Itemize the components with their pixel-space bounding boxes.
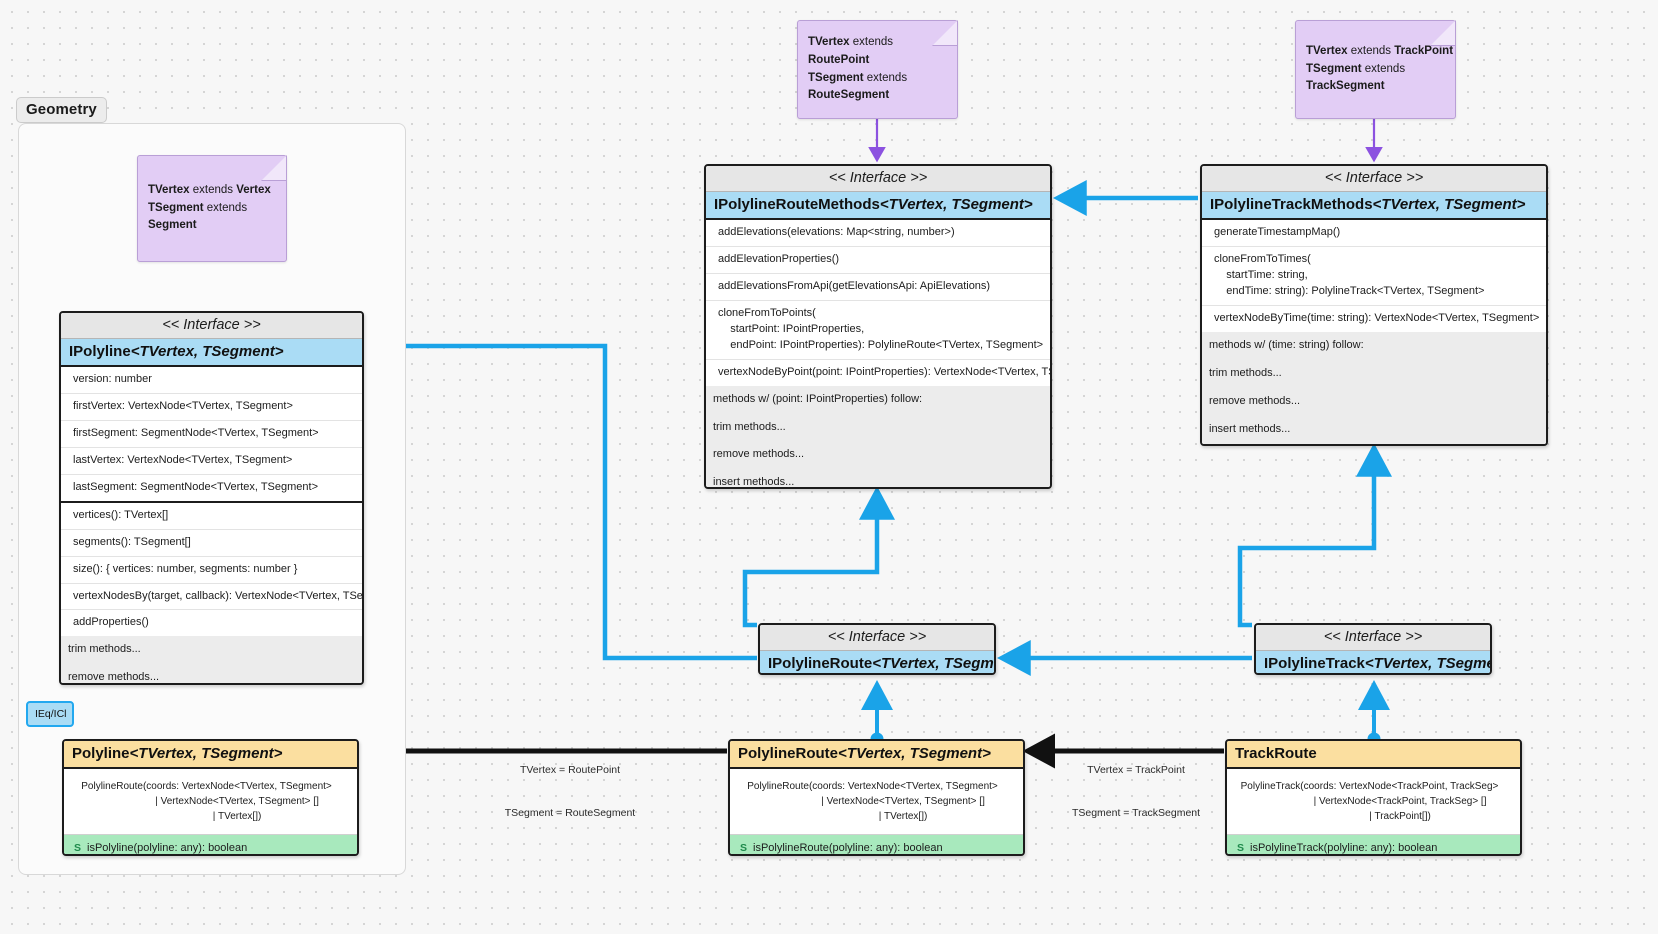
list-item: remove methods...: [713, 448, 805, 461]
table-row: addElevationsFromApi(getElevationsApi: A…: [706, 274, 1050, 301]
ipolyline-properties: version: number firstVertex: VertexNode<…: [61, 367, 362, 501]
table-row: cloneFromToPoints( startPoint: IPointPro…: [706, 301, 1050, 360]
routemethods-methods: addElevations(elevations: Map<string, nu…: [706, 220, 1050, 386]
ipolyline-method-groups: trim methods... remove methods... insert…: [61, 636, 362, 684]
edge-label-track-line2: TSegment = TrackSegment: [1071, 806, 1201, 819]
edge-label-route: TVertex = RoutePoint TSegment = RouteSeg…: [470, 735, 670, 848]
routemethods-groups: methods w/ (point: IPointProperties) fol…: [706, 385, 1050, 489]
table-row: vertexNodesBy(target, callback): VertexN…: [61, 584, 362, 611]
list-item: trim methods...: [713, 420, 786, 433]
table-row: lastSegment: SegmentNode<TVertex, TSegme…: [73, 480, 318, 493]
interface-ipolylineroute[interactable]: << Interface >> IPolylineRoute<TVertex, …: [758, 623, 996, 675]
table-row: addElevations(elevations: Map<string, nu…: [706, 220, 1050, 247]
edge-ipolylinetrack-to-trackmethods: [1237, 443, 1392, 628]
edge-ipolylineroute-to-ipolyline: [366, 328, 757, 661]
note-line-1: TVertex extends Vertex: [148, 183, 271, 196]
diagram-canvas: Geometry TVertex extends Vertex TSegment…: [0, 0, 1658, 934]
list-item: trim methods...: [1209, 366, 1282, 379]
note-line-2: TSegment extends RouteSegment: [808, 71, 908, 102]
table-row: addElevationProperties(): [706, 247, 1050, 274]
static-badge-icon: S: [740, 842, 748, 854]
table-row: addProperties(): [73, 616, 149, 629]
static-badge-icon: S: [1237, 842, 1245, 854]
interface-ipolylinetrackmethods[interactable]: << Interface >> IPolylineTrackMethods<TV…: [1200, 164, 1548, 446]
class-polylineroute[interactable]: PolylineRoute<TVertex, TSegment> Polylin…: [728, 739, 1025, 856]
edge-label-track: TVertex = TrackPoint TSegment = TrackSeg…: [1042, 735, 1230, 848]
interface-ipolyline[interactable]: << Interface >> IPolyline<TVertex, TSegm…: [59, 311, 364, 685]
list-item: methods w/ (time: string) follow:: [1209, 338, 1364, 351]
trackmethods-groups: methods w/ (time: string) follow: trim m…: [1202, 331, 1546, 444]
class-polyline[interactable]: Polyline<TVertex, TSegment> PolylineRout…: [62, 739, 359, 856]
class-trackroute-static-method: SisPolylineTrack(polyline: any): boolean: [1227, 835, 1520, 854]
list-item: replace methods...: [1202, 443, 1546, 444]
stereotype-label: << Interface >>: [1202, 166, 1546, 192]
class-trackroute-title: TrackRoute: [1227, 741, 1520, 769]
note-trackpoint-tracksegment[interactable]: TVertex extends TrackPoint TSegment exte…: [1295, 20, 1456, 119]
static-badge-icon: S: [74, 842, 82, 854]
interface-ipolylineroute-title: IPolylineRoute<TVertex, TSegment>: [760, 651, 994, 673]
interface-ipolylinetrack-title: IPolylineTrack<TVertex, TSegment>: [1256, 651, 1490, 673]
list-item: trim methods...: [68, 643, 141, 656]
class-trackroute[interactable]: TrackRoute PolylineTrack(coords: VertexN…: [1225, 739, 1522, 856]
note-fold-corner-icon: [1430, 20, 1456, 46]
edge-ipolylineroute-to-routemethods: [742, 486, 895, 628]
interface-ipolyline-title: IPolyline<TVertex, TSegment>: [61, 339, 362, 367]
table-row: firstVertex: VertexNode<TVertex, TSegmen…: [61, 394, 362, 421]
table-row: size(): { vertices: number, segments: nu…: [61, 557, 362, 584]
edge-polylineroute-to-ipolylineroute: [861, 680, 893, 746]
interface-ipolylineroutemethods[interactable]: << Interface >> IPolylineRouteMethods<TV…: [704, 164, 1052, 489]
class-polylineroute-static-method: SisPolylineRoute(polyline: any): boolean: [730, 835, 1023, 854]
edge-label-route-line1: TVertex = RoutePoint: [519, 764, 621, 777]
stereotype-label: << Interface >>: [760, 625, 994, 651]
note-routepoint-routesegment[interactable]: TVertex extends RoutePoint TSegment exte…: [797, 20, 958, 119]
trackmethods-methods: generateTimestampMap() cloneFromToTimes(…: [1202, 220, 1546, 332]
table-row: lastVertex: VertexNode<TVertex, TSegment…: [61, 448, 362, 475]
note-line-1: TVertex extends RoutePoint: [808, 35, 894, 66]
table-row: generateTimestampMap(): [1202, 220, 1546, 247]
stereotype-label: << Interface >>: [706, 166, 1050, 192]
table-row: segments(): TSegment[]: [61, 530, 362, 557]
table-row: cloneFromToTimes( startTime: string, end…: [1202, 247, 1546, 306]
list-item: remove methods...: [1209, 394, 1301, 407]
list-item: insert methods...: [713, 476, 795, 489]
note-vertex-segment[interactable]: TVertex extends Vertex TSegment extends …: [137, 155, 287, 262]
list-item: insert methods...: [1209, 422, 1291, 435]
note-line-2: TSegment extends Segment: [148, 201, 248, 232]
table-row: version: number: [61, 367, 362, 394]
table-row: firstSegment: SegmentNode<TVertex, TSegm…: [61, 421, 362, 448]
interface-ipolylineroutemethods-title: IPolylineRouteMethods<TVertex, TSegment>: [706, 192, 1050, 220]
table-row: vertexNodeByPoint(point: IPointPropertie…: [718, 365, 1050, 378]
group-geometry-label[interactable]: Geometry: [16, 97, 107, 123]
note-fold-corner-icon: [261, 155, 287, 181]
class-polyline-constructor: PolylineRoute(coords: VertexNode<TVertex…: [64, 769, 357, 835]
list-item: methods w/ (point: IPointProperties) fol…: [713, 392, 923, 405]
interface-ipolylinetrackmethods-title: IPolylineTrackMethods<TVertex, TSegment>: [1202, 192, 1546, 220]
class-polyline-static-method: SisPolyline(polyline: any): boolean: [64, 835, 357, 854]
class-trackroute-constructor: PolylineTrack(coords: VertexNode<TrackPo…: [1227, 769, 1520, 835]
interface-ipolylinetrack[interactable]: << Interface >> IPolylineTrack<TVertex, …: [1254, 623, 1492, 675]
ipolyline-methods: vertices(): TVertex[] segments(): TSegme…: [61, 500, 362, 637]
stereotype-label: << Interface >>: [61, 313, 362, 339]
stereotype-label: << Interface >>: [1256, 625, 1490, 651]
list-item: remove methods...: [68, 671, 160, 684]
table-row: vertices(): TVertex[]: [61, 503, 362, 530]
edge-label-route-line2: TSegment = RouteSegment: [504, 806, 636, 819]
class-polylineroute-constructor: PolylineRoute(coords: VertexNode<TVertex…: [730, 769, 1023, 835]
interface-chip-ieq-icl[interactable]: IEq/ICl: [26, 701, 74, 727]
note-line-2: TSegment extends TrackSegment: [1306, 62, 1406, 93]
class-polyline-title: Polyline<TVertex, TSegment>: [64, 741, 357, 769]
edge-trackroute-to-ipolylinetrack: [1358, 680, 1390, 746]
class-polylineroute-title: PolylineRoute<TVertex, TSegment>: [730, 741, 1023, 769]
edge-label-track-line1: TVertex = TrackPoint: [1087, 764, 1185, 777]
table-row: vertexNodeByTime(time: string): VertexNo…: [1214, 311, 1540, 324]
